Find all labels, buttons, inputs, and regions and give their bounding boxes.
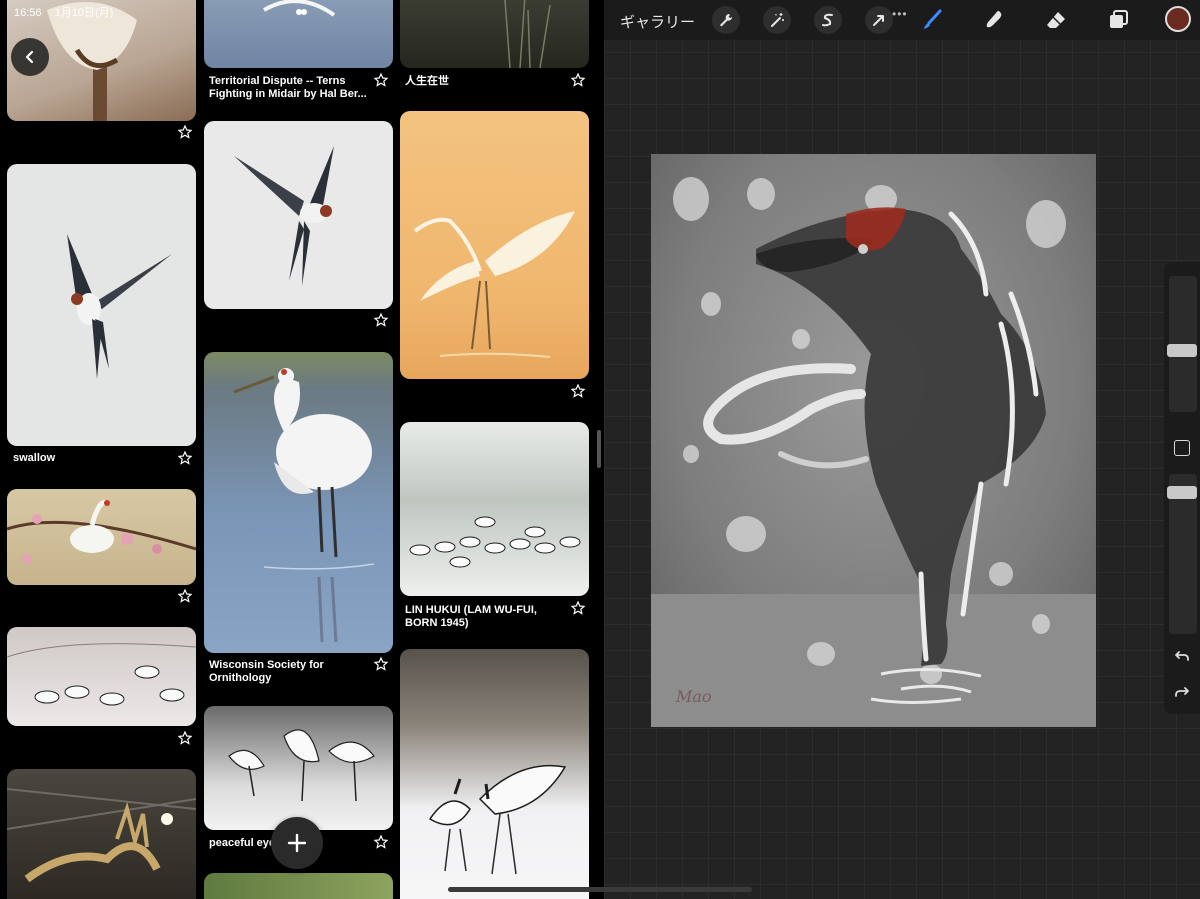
eraser-icon xyxy=(1047,12,1065,28)
adjustments-button[interactable] xyxy=(763,6,791,34)
artist-signature: Mao xyxy=(675,687,712,706)
actions-button[interactable] xyxy=(712,6,740,34)
opacity-slider[interactable] xyxy=(1167,474,1197,634)
pin-dinosaur-image[interactable] xyxy=(7,769,196,899)
color-button[interactable] xyxy=(1165,6,1191,32)
procreate-toolbar: ギャラリー ••• xyxy=(604,0,1200,40)
brush-sliders-panel xyxy=(1164,262,1200,714)
wrench-icon xyxy=(720,14,733,27)
star-icon[interactable] xyxy=(178,451,192,465)
chevron-left-icon xyxy=(25,50,34,64)
more-dots-icon[interactable]: ••• xyxy=(892,7,908,21)
magic-wand-icon xyxy=(771,13,784,27)
pin-caption[interactable]: LIN HUKUI (LAM WU-FUI, BORN 1945) xyxy=(405,604,565,630)
selection-button[interactable] xyxy=(814,6,842,34)
crane-blossom-painting xyxy=(7,500,196,564)
pin-crane-blossom-image[interactable] xyxy=(7,489,196,585)
grass-picture xyxy=(504,0,551,68)
drawing-canvas[interactable]: Mao xyxy=(651,154,1096,727)
brush-icon xyxy=(924,9,942,29)
adjust-s-icon xyxy=(822,13,833,27)
pin-whooping-crane-image[interactable] xyxy=(204,352,393,653)
pin-swallow-image[interactable] xyxy=(7,164,196,446)
pin-caption[interactable]: Territorial Dispute -- Terns Fighting in… xyxy=(209,75,369,101)
add-pin-button[interactable] xyxy=(271,817,323,869)
modify-square-button[interactable] xyxy=(1174,440,1190,456)
swallow-picture xyxy=(67,234,172,379)
pin-board: 16:56 1月10日(月) swallow Territorial Dispu… xyxy=(0,0,598,899)
pin-caption[interactable]: 人生在世 xyxy=(405,75,565,88)
pin-red-crowned-cranes-image[interactable] xyxy=(400,649,589,899)
red-crowned-cranes-picture xyxy=(428,764,567,875)
star-icon[interactable] xyxy=(178,731,192,745)
smudge-button[interactable] xyxy=(980,6,1008,34)
terns-picture xyxy=(263,0,336,17)
pin-caption[interactable]: Wisconsin Society for Ornithology xyxy=(209,659,369,685)
pin-terns-image[interactable] xyxy=(204,0,393,68)
star-icon[interactable] xyxy=(374,835,388,849)
star-icon[interactable] xyxy=(178,125,192,139)
gallery-button[interactable]: ギャラリー xyxy=(620,11,695,32)
star-icon[interactable] xyxy=(374,73,388,87)
status-bar: 16:56 1月10日(月) xyxy=(14,4,123,20)
cranes-flock-painting xyxy=(409,516,581,568)
pin-swallow2-image[interactable] xyxy=(204,121,393,309)
brush-size-thumb[interactable] xyxy=(1167,344,1197,357)
star-icon[interactable] xyxy=(571,73,585,87)
star-icon[interactable] xyxy=(374,313,388,327)
eraser-button[interactable] xyxy=(1042,6,1070,34)
layers-icon xyxy=(1110,10,1128,28)
smudge-icon xyxy=(986,11,1002,28)
back-button[interactable] xyxy=(11,38,49,76)
plus-icon xyxy=(287,833,307,853)
crane-artwork: Mao xyxy=(651,154,1096,727)
procreate-app: ギャラリー ••• Mao xyxy=(604,0,1200,899)
star-icon[interactable] xyxy=(374,657,388,671)
status-date: 1月10日(月) xyxy=(54,7,114,19)
star-icon[interactable] xyxy=(178,589,192,603)
undo-icon[interactable] xyxy=(1174,648,1190,664)
star-icon[interactable] xyxy=(571,384,585,398)
pin-cranes-snow-image[interactable] xyxy=(7,627,196,726)
pin-dancing-cranes-image[interactable] xyxy=(204,706,393,830)
star-icon[interactable] xyxy=(571,601,585,615)
status-time: 16:56 xyxy=(14,7,42,19)
redo-icon[interactable] xyxy=(1174,684,1190,700)
home-indicator xyxy=(448,887,752,892)
whooping-crane-picture xyxy=(233,368,375,643)
selection-arrow-icon xyxy=(873,15,884,26)
transform-button[interactable] xyxy=(865,6,893,34)
swallow-flying-picture xyxy=(234,146,334,286)
pin-caption[interactable]: swallow xyxy=(13,452,173,465)
dinosaur-skeleton-picture xyxy=(7,788,196,883)
split-view-handle[interactable] xyxy=(597,430,601,468)
egret-sunset-picture xyxy=(413,211,575,358)
opacity-thumb[interactable] xyxy=(1167,486,1197,499)
dancing-cranes-picture xyxy=(228,729,375,802)
brush-size-slider[interactable] xyxy=(1167,276,1197,412)
pin-crane-painting-image[interactable] xyxy=(400,422,589,596)
layers-button[interactable] xyxy=(1104,6,1132,34)
pin-grass-image[interactable] xyxy=(400,0,589,68)
pin-foliage-image[interactable] xyxy=(204,873,393,899)
pin-egret-sunset-image[interactable] xyxy=(400,111,589,379)
brush-button[interactable] xyxy=(918,6,946,34)
cranes-snow-picture xyxy=(7,643,196,706)
